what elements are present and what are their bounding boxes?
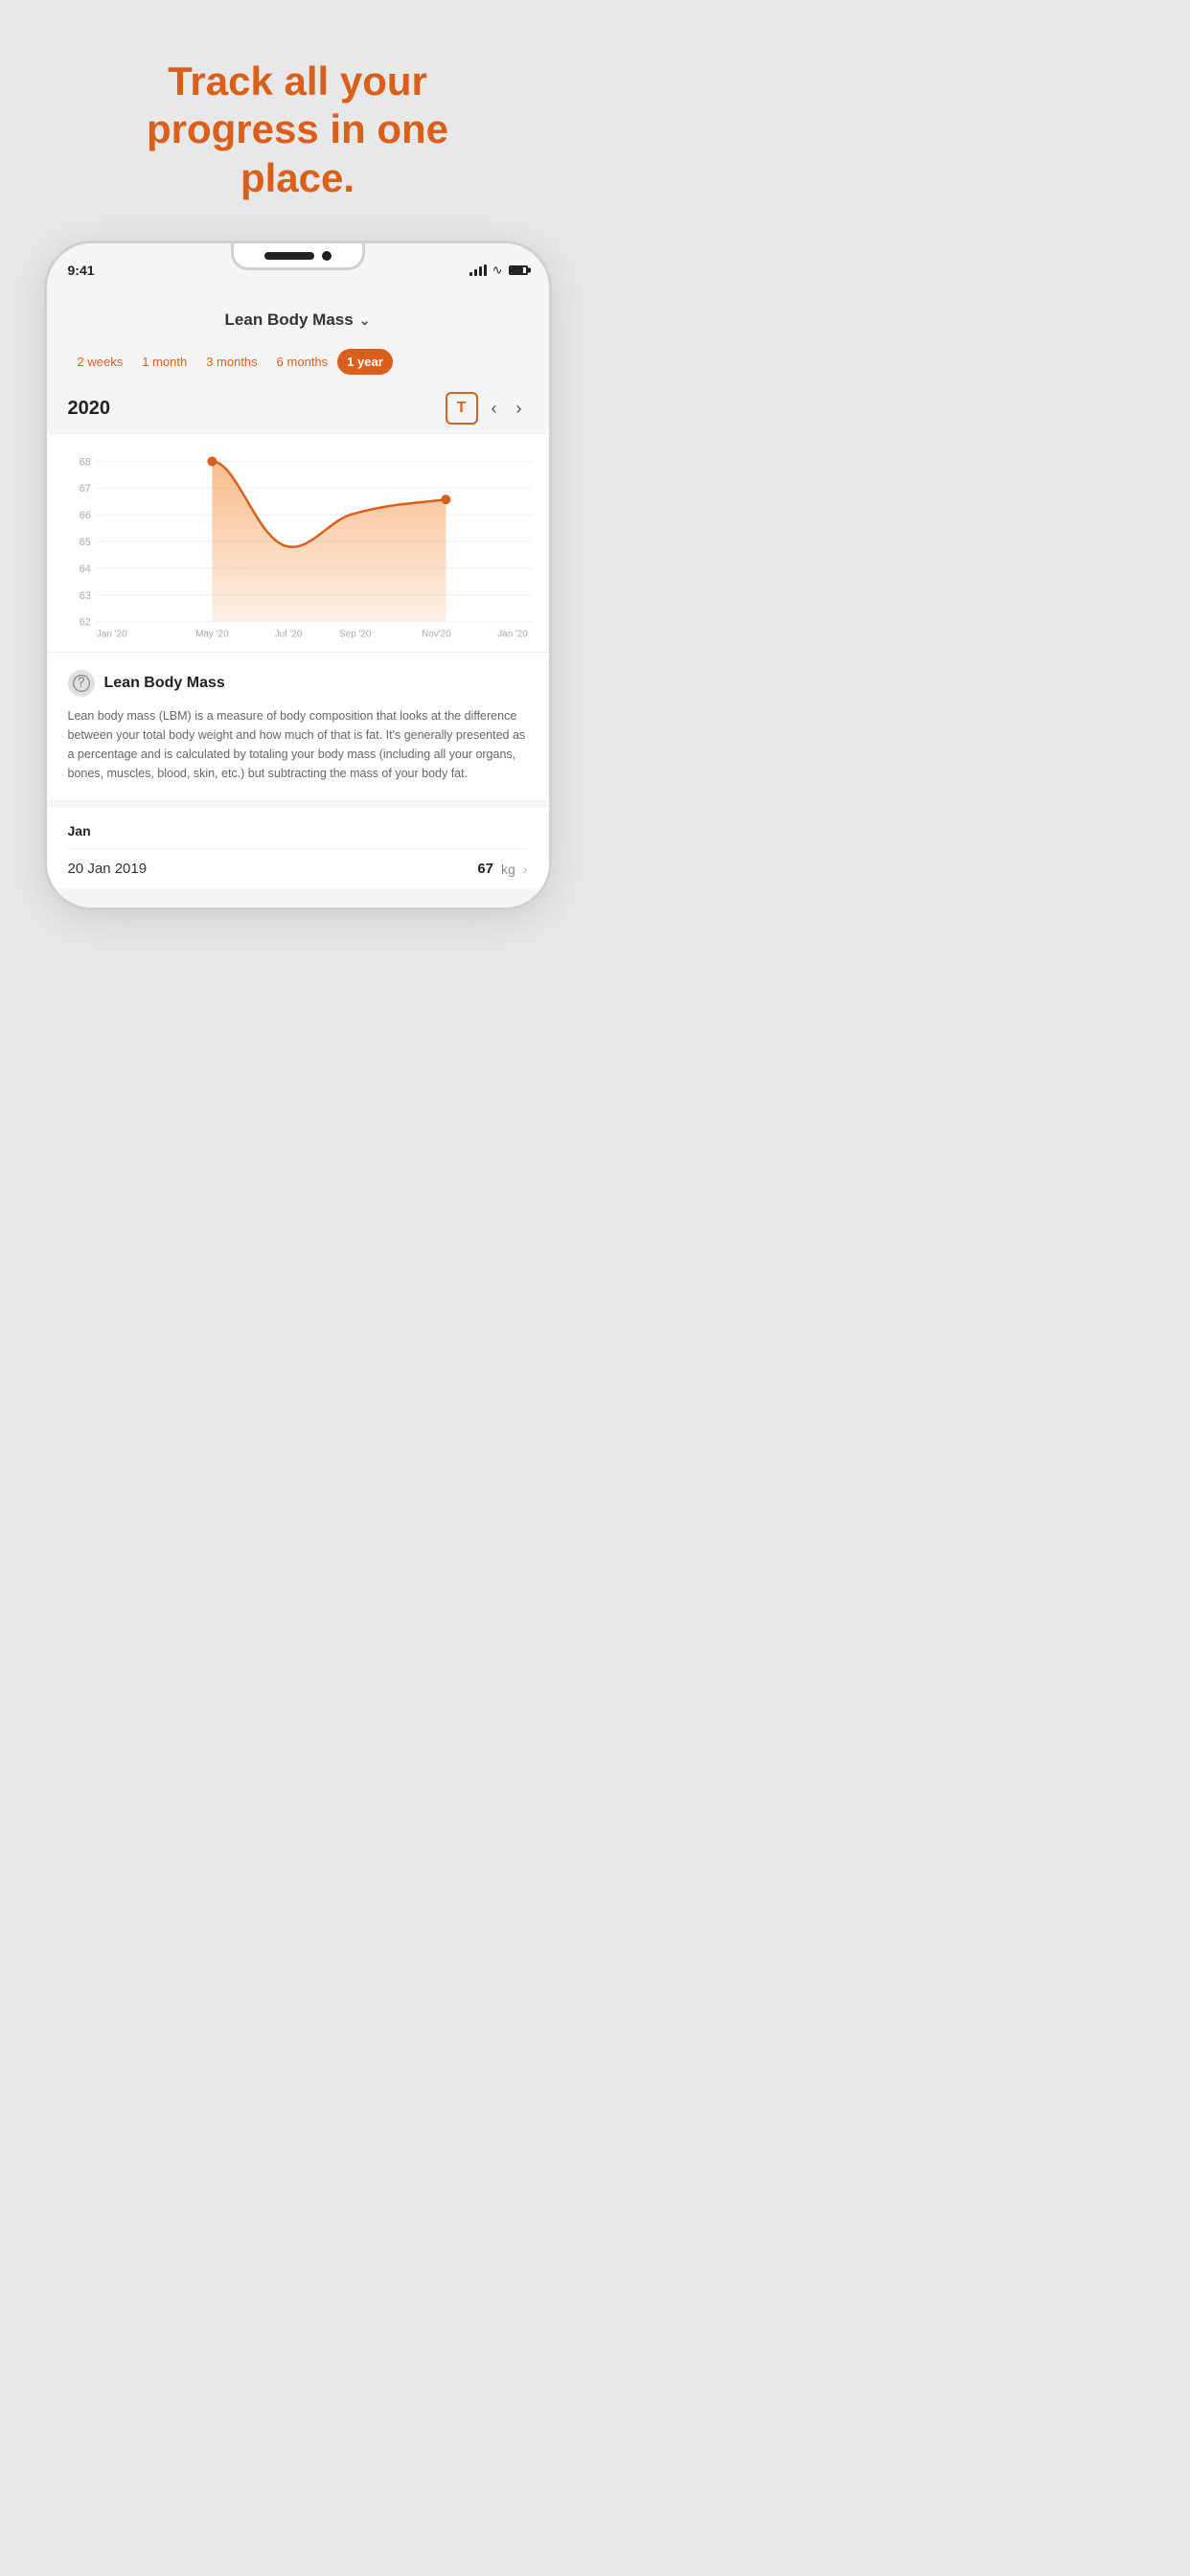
signal-icon (469, 264, 487, 276)
record-date: 20 Jan 2019 (68, 861, 148, 877)
battery-fill (511, 267, 524, 273)
filter-1year[interactable]: 1 year (337, 349, 393, 375)
notch-dot (322, 251, 332, 261)
status-bar: 9:41 ∿ (47, 243, 549, 297)
screen-title-bar: Lean Body Mass ⌄ (47, 297, 549, 343)
notch-pill (264, 252, 314, 260)
filter-1month[interactable]: 1 month (132, 349, 196, 375)
record-chevron-right: › (523, 862, 528, 877)
records-month: Jan (68, 823, 528, 839)
records-section: Jan 20 Jan 2019 67 kg › (47, 800, 549, 888)
svg-text:64: 64 (79, 564, 90, 575)
svg-text:66: 66 (79, 510, 90, 521)
chart-svg-wrapper: 68 67 66 65 64 63 62 (64, 448, 532, 644)
screen-title-text: Lean Body Mass (225, 310, 354, 330)
info-title: Lean Body Mass (104, 675, 225, 692)
year-label: 2020 (68, 398, 111, 420)
next-arrow[interactable]: › (511, 395, 528, 423)
svg-text:May '20: May '20 (195, 630, 229, 639)
phone-notch (231, 243, 365, 270)
svg-text:Jan '20: Jan '20 (497, 630, 528, 639)
year-row: 2020 T ‹ › (47, 386, 549, 434)
svg-text:68: 68 (79, 457, 90, 469)
record-row[interactable]: 20 Jan 2019 67 kg › (68, 848, 528, 888)
filter-2weeks[interactable]: 2 weeks (68, 349, 133, 375)
filter-6months[interactable]: 6 months (267, 349, 337, 375)
svg-text:62: 62 (79, 617, 90, 629)
phone-content: Lean Body Mass ⌄ 2 weeks 1 month 3 month… (47, 297, 549, 908)
info-header: Lean Body Mass (68, 670, 528, 697)
chart-container: 68 67 66 65 64 63 62 (47, 434, 549, 652)
info-description: Lean body mass (LBM) is a measure of bod… (68, 706, 528, 783)
svg-text:65: 65 (79, 537, 90, 548)
svg-text:Nov'20: Nov'20 (422, 630, 451, 639)
phone-mockup: 9:41 ∿ Lean Body Mass ⌄ 2 weeks 1 m (44, 241, 552, 910)
svg-text:Sep '20: Sep '20 (339, 630, 372, 639)
info-section: Lean Body Mass Lean body mass (LBM) is a… (47, 652, 549, 800)
status-icons: ∿ (469, 263, 528, 278)
svg-text:Jan '20: Jan '20 (96, 630, 126, 639)
filter-3months[interactable]: 3 months (196, 349, 266, 375)
battery-icon (509, 265, 528, 275)
status-time: 9:41 (68, 263, 95, 278)
time-filter-bar: 2 weeks 1 month 3 months 6 months 1 year (47, 343, 549, 386)
chevron-down-icon[interactable]: ⌄ (359, 312, 371, 329)
prev-arrow[interactable]: ‹ (486, 395, 503, 423)
wifi-icon: ∿ (492, 263, 503, 278)
year-controls: T ‹ › (446, 392, 528, 425)
svg-text:Jul '20: Jul '20 (274, 630, 302, 639)
record-value-row: 67 kg › (477, 861, 527, 877)
svg-text:63: 63 (79, 590, 90, 602)
record-value: 67 (477, 861, 493, 877)
t-button[interactable]: T (446, 392, 478, 425)
lbm-icon (68, 670, 95, 697)
screen-title[interactable]: Lean Body Mass ⌄ (225, 310, 371, 330)
record-unit: kg (501, 862, 515, 877)
svg-text:67: 67 (79, 483, 90, 494)
hero-text: Track all your progress in one place. (89, 0, 506, 241)
